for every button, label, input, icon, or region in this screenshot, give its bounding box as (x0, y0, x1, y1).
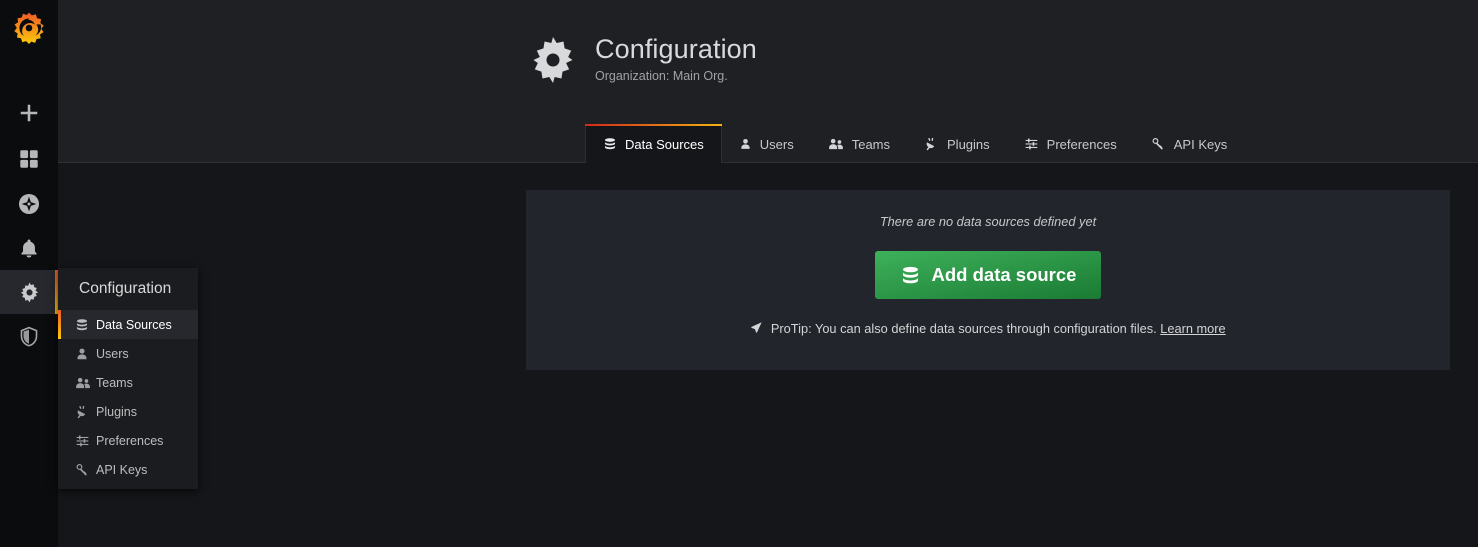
tab-label: Plugins (947, 137, 990, 152)
tab-bar: Data Sources Users (585, 125, 1244, 163)
user-icon (739, 137, 752, 151)
bell-icon (18, 237, 40, 260)
key-icon (1151, 137, 1166, 151)
data-sources-empty-panel: There are no data sources defined yet Ad… (526, 190, 1450, 370)
database-icon (900, 265, 921, 286)
tab-label: Preferences (1047, 137, 1117, 152)
grafana-logo-icon (12, 11, 46, 45)
menu-item-label: Plugins (94, 405, 137, 419)
menu-item-data-sources[interactable]: Data Sources (58, 310, 198, 339)
content-area: There are no data sources defined yet Ad… (58, 163, 1478, 547)
users-icon (828, 137, 844, 151)
database-icon (603, 137, 617, 151)
menu-item-label: Teams (94, 376, 133, 390)
sidebar-item-alerting[interactable] (0, 226, 58, 270)
plus-icon (18, 102, 40, 124)
sidebar-item-explore[interactable] (0, 182, 58, 226)
grafana-logo[interactable] (0, 0, 58, 52)
page-title: Configuration (595, 32, 757, 66)
tab-teams[interactable]: Teams (811, 125, 907, 163)
empty-state-message: There are no data sources defined yet (526, 214, 1450, 229)
menu-item-api-keys[interactable]: API Keys (58, 455, 198, 484)
sidebar-item-create[interactable] (0, 91, 58, 135)
users-icon (75, 376, 94, 390)
key-icon (75, 463, 94, 477)
add-data-source-button[interactable]: Add data source (875, 251, 1102, 299)
tab-label: Users (760, 137, 794, 152)
learn-more-link[interactable]: Learn more (1160, 321, 1225, 336)
menu-item-plugins[interactable]: Plugins (58, 397, 198, 426)
tab-label: Data Sources (625, 137, 704, 152)
page-header-gear-icon (527, 34, 579, 91)
grafana-app: Configuration Data Sources Users (0, 0, 1478, 547)
menu-item-teams[interactable]: Teams (58, 368, 198, 397)
sidebar-item-configuration[interactable] (0, 270, 58, 314)
shield-icon (18, 325, 40, 348)
add-button-wrapper: Add data source (526, 251, 1450, 299)
menu-item-label: Data Sources (94, 318, 172, 332)
protip-row: ProTip: You can also define data sources… (526, 321, 1450, 336)
page-header: Configuration Organization: Main Org. Da… (58, 0, 1478, 163)
flyout-menu-title: Configuration (58, 268, 198, 310)
sidebar-item-dashboards[interactable] (0, 137, 58, 181)
compass-icon (17, 192, 41, 216)
tab-api-keys[interactable]: API Keys (1134, 125, 1244, 163)
sidebar-item-server-admin[interactable] (0, 314, 58, 358)
menu-item-label: API Keys (94, 463, 147, 477)
user-icon (75, 347, 94, 361)
tab-data-sources[interactable]: Data Sources (585, 125, 722, 163)
database-icon (75, 318, 94, 332)
page-header-inner: Configuration Organization: Main Org. (527, 32, 757, 91)
tab-label: API Keys (1174, 137, 1227, 152)
rocket-icon (750, 321, 763, 334)
protip-text: ProTip: You can also define data sources… (771, 321, 1157, 336)
tab-users[interactable]: Users (722, 125, 811, 163)
menu-item-users[interactable]: Users (58, 339, 198, 368)
tab-preferences[interactable]: Preferences (1007, 125, 1134, 163)
configuration-flyout-menu: Configuration Data Sources Users (58, 268, 198, 489)
grid-icon (18, 148, 40, 170)
menu-item-label: Users (94, 347, 129, 361)
sliders-icon (75, 434, 94, 448)
plug-icon (75, 405, 94, 419)
page-subtitle: Organization: Main Org. (595, 69, 757, 83)
menu-item-preferences[interactable]: Preferences (58, 426, 198, 455)
gear-icon (18, 281, 41, 304)
menu-item-label: Preferences (94, 434, 163, 448)
page-header-text: Configuration Organization: Main Org. (595, 32, 757, 83)
tab-plugins[interactable]: Plugins (907, 125, 1007, 163)
plug-icon (924, 137, 939, 151)
tab-label: Teams (852, 137, 890, 152)
main-sidebar (0, 0, 58, 547)
sliders-icon (1024, 137, 1039, 151)
add-data-source-label: Add data source (932, 264, 1077, 286)
